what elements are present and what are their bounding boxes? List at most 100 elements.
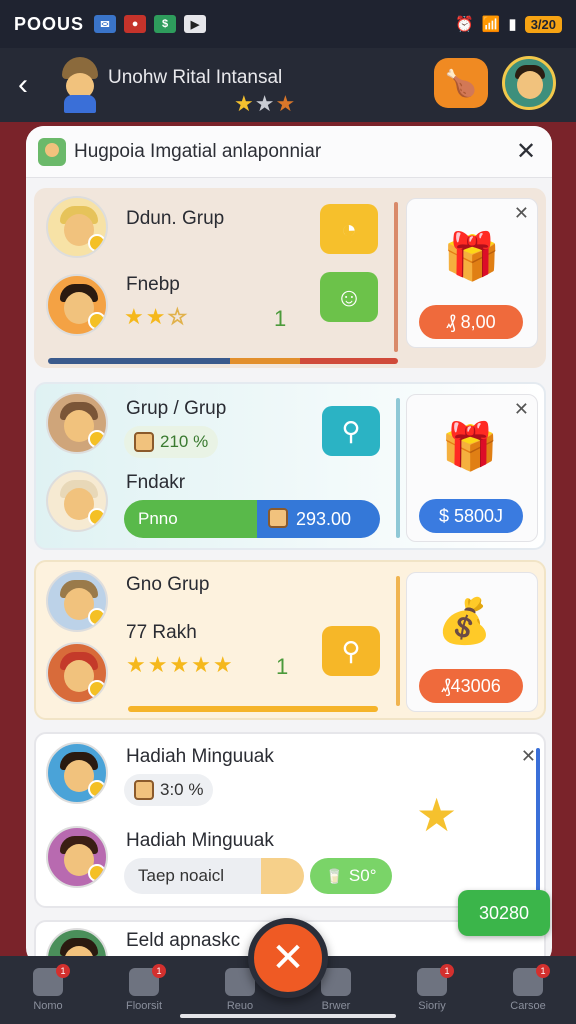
notification-badge: 1 [536,964,550,978]
media-icon: ▶ [184,15,207,33]
group-card-2[interactable]: Grup / Grup 210 % Fndakr Pnno 293.00 ⚲ ✕… [34,382,546,550]
price-pill[interactable]: ₰ 8,00 [419,305,523,339]
chicken-icon: 🍗 [444,67,478,98]
group-name: Ddun. Grup [126,208,225,229]
group-name: Gno Grup [126,574,210,595]
group-name: Grup / Grup [126,398,227,419]
count-value: 1 [276,654,289,679]
system-icons: ⏰ 📶 ▮ 3/20 [455,15,562,33]
close-icon[interactable]: ✕ [514,203,529,224]
coins-icon: 💰 [437,597,492,646]
balance-chip[interactable]: 30280 [458,890,550,936]
scrollbar[interactable] [536,748,540,898]
search-group-button[interactable]: ⚲ [322,626,380,676]
nav-item-home[interactable]: Nomo 1 [0,956,96,1024]
divider [396,576,400,706]
rewards-sheet: Hugpoia Imgatial anlaponniar ✕ Ddun. Gru… [26,126,552,966]
search-icon: ⚲ [341,415,361,446]
price-pill[interactable]: ₰43006 [419,669,523,703]
reward-box[interactable]: 💰 ₰43006 [406,572,538,712]
profile-avatar[interactable] [502,56,556,110]
app-header: ‹ Unohw Rital Intansal ★★★ 🍗 [0,48,576,122]
reward-box[interactable]: ✕ 🎁 ₰ 8,00 [406,198,538,348]
notification-badge: 1 [440,964,454,978]
wifi-icon: 📶 [481,16,501,33]
nav-item-profile[interactable]: Carsoe 1 [480,956,576,1024]
back-chevron-icon[interactable]: ‹ [18,68,44,102]
close-icon[interactable]: ✕ [512,137,540,166]
reward-input[interactable]: Taep noaicl [124,858,304,894]
nav-item-story[interactable]: Sioriy 1 [384,956,480,1024]
progress-bar [48,358,398,364]
group-name: Eeld apnaskc [126,930,241,951]
bronze-star-icon: ★ [275,91,297,116]
join-button[interactable]: ☺ [320,272,378,322]
battery-indicator: 3/20 [524,15,562,33]
reward-title: Hadiah Minguuak [126,746,274,767]
page-title: Unohw Rital Intansal [108,67,283,88]
face-icon [134,432,154,452]
reward-title: Hadiah Minguuak [126,830,274,851]
sheet-app-icon [38,137,66,166]
mascot-avatar [58,57,102,113]
avatar [46,274,108,336]
star-rating: ★★★★★ [126,652,235,677]
avatar [46,392,108,454]
star-icon: ★ [416,789,458,841]
sheet-title: Hugpoia Imgatial anlaponniar [74,140,322,162]
signal-icon: ▮ [508,16,517,33]
divider [394,202,398,352]
cup-icon: 🥛 [325,867,343,884]
member-name: Fnebp [126,274,180,295]
progress-pill[interactable]: Pnno 293.00 [124,500,380,538]
progress-label: Pnno [138,509,178,528]
sheet-header: Hugpoia Imgatial anlaponniar ✕ [26,126,552,178]
member-name: Fndakr [126,472,186,493]
avatar [46,642,108,704]
message-icon: ✉ [94,15,117,33]
avatar [46,570,108,632]
progress-value: 293.00 [296,509,352,529]
smile-icon: ☺ [335,281,363,312]
nav-item-feed[interactable]: Floorsit 1 [96,956,192,1024]
chat-icon: $ [154,15,177,33]
gold-star-icon: ★ [234,91,255,116]
search-icon: ⚲ [341,635,361,666]
progress-bar [128,706,378,712]
weekly-reward-card[interactable]: Hadiah Minguuak 3:0 % Hadiah Minguuak Ta… [34,732,546,908]
group-action-button[interactable]: ◔ [320,204,378,254]
close-icon[interactable]: ✕ [514,399,529,420]
chat-bubble-icon: ◔ [341,213,357,244]
app-notification-icon: ● [124,15,147,33]
close-icon: ✕ [271,936,305,980]
reward-chip[interactable]: 🥛 S0° [310,858,392,894]
notification-badge: 1 [56,964,70,978]
price-pill[interactable]: $ 5800J [419,499,523,533]
rating-stars: ★★★ [234,91,296,117]
star-rating: ★★☆ [124,304,190,330]
avatar [46,742,108,804]
status-bar: POOUS ✉ ● $ ▶ ⏰ 📶 ▮ 3/20 [0,0,576,48]
home-indicator[interactable] [180,1014,396,1018]
search-group-button[interactable]: ⚲ [322,406,380,456]
notification-icons: ✉ ● $ ▶ [94,15,207,33]
carrier-label: POOUS [14,13,85,34]
member-name: 77 Rakh [126,622,197,643]
alarm-icon: ⏰ [455,16,474,33]
avatar [46,196,108,258]
close-fab-button[interactable]: ✕ [248,918,328,998]
avatar [46,470,108,532]
group-card-1[interactable]: Ddun. Grup Fnebp ★★☆ 1 ◔ ☺ ✕ 🎁 ₰ 8,00 [34,188,546,368]
divider [396,398,400,538]
document-icon [321,968,351,996]
percent-badge: 210 % [124,426,219,458]
silver-star-icon: ★ [254,91,276,116]
face-icon [268,508,288,528]
group-card-3[interactable]: Gno Grup 77 Rakh ★★★★★ 1 ⚲ 💰 ₰43006 [34,560,546,720]
rewards-button[interactable]: 🍗 [434,58,488,108]
count-value: 1 [274,306,287,331]
notification-badge: 1 [152,964,166,978]
close-icon[interactable]: ✕ [521,746,536,767]
reward-box[interactable]: ✕ 🎁 $ 5800J [406,394,538,542]
face-icon [134,780,154,800]
